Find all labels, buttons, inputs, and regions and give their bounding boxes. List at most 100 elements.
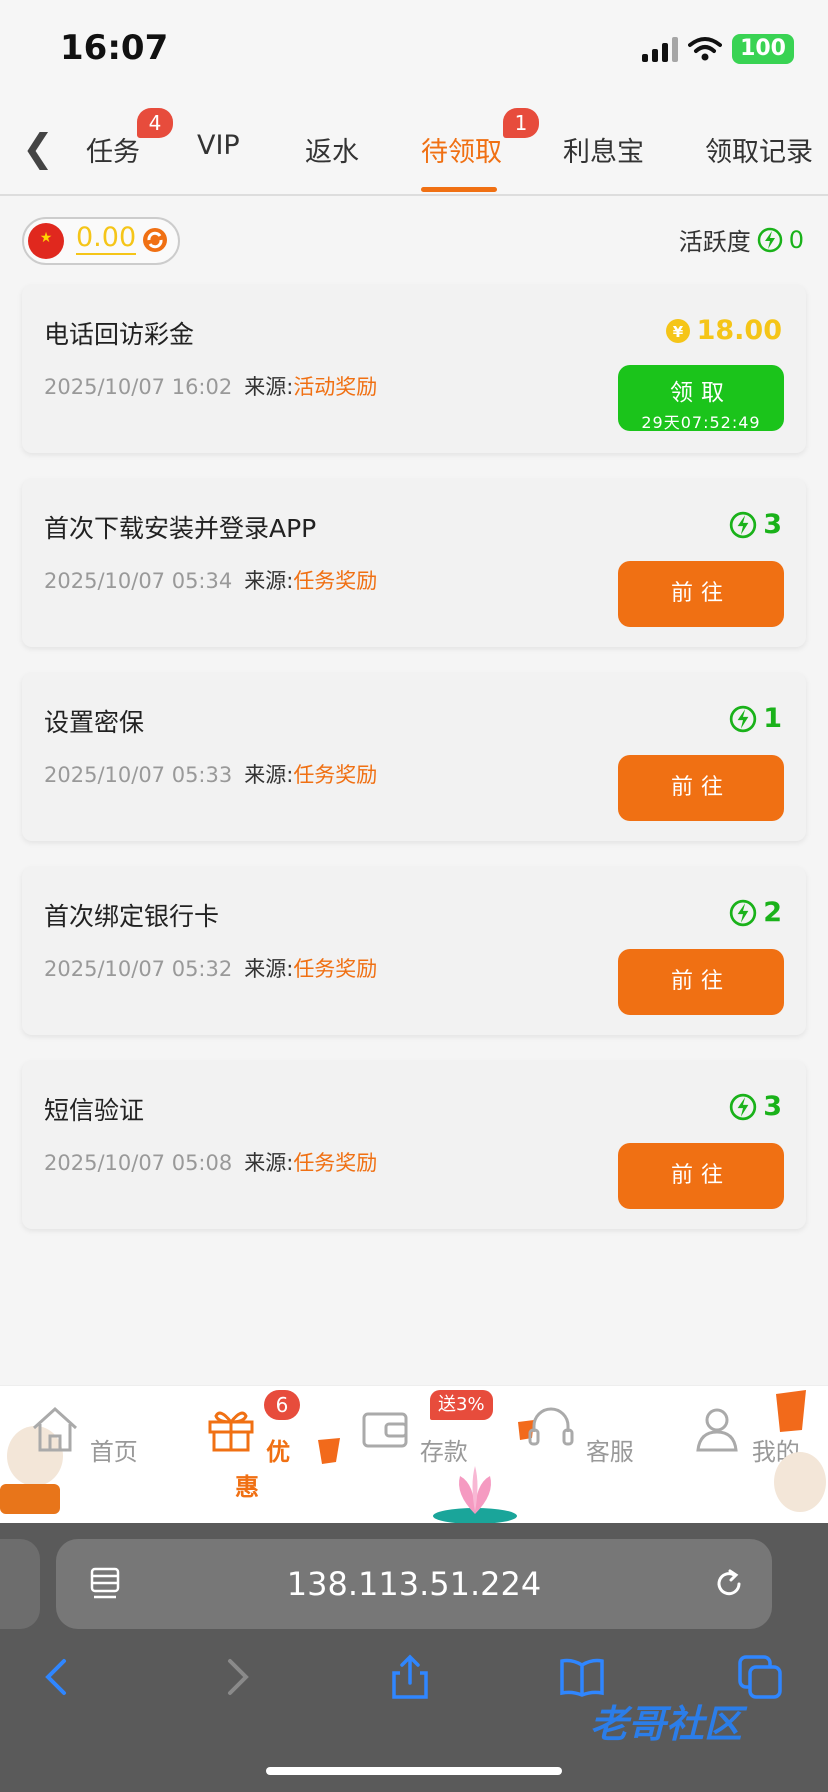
tab-label: 返水 — [305, 137, 359, 168]
wallet-balance[interactable]: ★ 0.00 — [22, 217, 180, 265]
back-icon[interactable] — [34, 1653, 82, 1701]
go-button[interactable]: 前往 — [618, 949, 784, 1015]
rabbit-lantern-decoration-icon — [774, 1390, 826, 1512]
source-value: 任务奖励 — [293, 1151, 378, 1175]
refresh-icon[interactable] — [142, 227, 168, 253]
deposit-bonus-badge: 送3% — [430, 1390, 493, 1420]
card-time: 2025/10/07 05:08 — [44, 1151, 233, 1175]
tab-tasks-badge: 4 — [137, 108, 173, 138]
nav-home[interactable]: 首页 — [28, 1402, 138, 1467]
lightning-icon — [730, 1093, 757, 1120]
claim-label: 领取 — [670, 380, 732, 406]
reward-value: 2 — [763, 897, 782, 928]
reward-value: 3 — [763, 1091, 782, 1122]
tab-pending[interactable]: 待领取 — [421, 130, 502, 169]
claim-countdown: 29天07:52:49 — [641, 413, 761, 432]
go-button[interactable]: 前往 — [618, 1143, 784, 1209]
tab-label: 待领取 — [421, 137, 502, 168]
tab-interest[interactable]: 利息宝 — [563, 130, 644, 169]
reward-amount: ¥ 18.00 — [665, 315, 782, 346]
card-meta: 2025/10/07 05:32 来源:任务奖励 — [44, 953, 377, 983]
share-icon[interactable] — [386, 1653, 434, 1701]
task-card: 设置密保 2025/10/07 05:33 来源:任务奖励 1 前往 — [22, 673, 806, 841]
card-meta: 2025/10/07 05:08 来源:任务奖励 — [44, 1147, 377, 1177]
lotus-decoration-icon — [433, 1466, 517, 1524]
source-value: 活动奖励 — [293, 375, 378, 399]
china-flag-icon: ★ — [28, 223, 64, 259]
reward-amount: 2 — [729, 897, 782, 928]
card-title: 短信验证 — [44, 1096, 145, 1125]
card-title: 首次绑定银行卡 — [44, 902, 220, 931]
nav-customer-service[interactable]: 客服 — [524, 1402, 634, 1467]
balance-amount: 0.00 — [76, 222, 137, 255]
card-time: 2025/10/07 05:34 — [44, 569, 233, 593]
wallet-icon — [362, 1412, 408, 1448]
reward-amount: 3 — [729, 509, 782, 540]
status-time: 16:07 — [60, 28, 169, 68]
activity-score: 活跃度 0 — [679, 222, 804, 257]
url-text: 138.113.51.224 — [286, 1565, 542, 1603]
reward-amount: 1 — [729, 703, 782, 734]
claim-button[interactable]: 领取 29天07:52:49 — [618, 365, 784, 432]
card-time: 2025/10/07 05:32 — [44, 957, 233, 981]
go-button[interactable]: 前往 — [618, 561, 784, 627]
source-label: 来源: — [244, 1151, 294, 1175]
reload-icon[interactable] — [712, 1567, 746, 1601]
lightning-icon — [730, 705, 757, 732]
card-title: 设置密保 — [44, 708, 145, 737]
source-label: 来源: — [244, 957, 294, 981]
card-meta: 2025/10/07 16:02 来源:活动奖励 — [44, 371, 377, 401]
source-value: 任务奖励 — [293, 569, 378, 593]
lightning-icon — [757, 227, 782, 252]
nav-promotions-badge: 6 — [264, 1390, 300, 1420]
tab-vip[interactable]: VIP — [197, 130, 240, 161]
home-indicator — [266, 1767, 562, 1775]
reward-value: 18.00 — [696, 315, 782, 346]
nav-label: 首页 — [89, 1438, 138, 1466]
wifi-icon — [688, 37, 723, 61]
task-card: 首次下载安装并登录APP 2025/10/07 05:34 来源:任务奖励 3 前… — [22, 479, 806, 647]
tab-label: VIP — [197, 130, 240, 161]
reward-value: 1 — [763, 703, 782, 734]
card-time: 2025/10/07 05:33 — [44, 763, 233, 787]
task-card: 短信验证 2025/10/07 05:08 来源:任务奖励 3 前往 — [22, 1061, 806, 1229]
source-value: 任务奖励 — [293, 763, 378, 787]
reward-amount: 3 — [729, 1091, 782, 1122]
reward-card: 电话回访彩金 2025/10/07 16:02 来源:活动奖励 ¥ 18.00 领… — [22, 285, 806, 453]
headset-icon — [528, 1407, 574, 1446]
source-label: 来源: — [244, 763, 294, 787]
home-icon — [33, 1406, 78, 1452]
tab-rebate[interactable]: 返水 — [305, 130, 359, 169]
lightning-icon — [730, 511, 757, 538]
back-chevron-icon[interactable]: ❮ — [22, 126, 54, 170]
nav-label: 客服 — [585, 1438, 634, 1466]
tab-claim-history[interactable]: 领取记录 — [705, 130, 813, 169]
user-icon — [696, 1408, 738, 1452]
previous-tab-pill[interactable] — [0, 1539, 40, 1629]
reward-value: 3 — [763, 509, 782, 540]
browser-toolbar: 138.113.51.224 老哥社区 — [0, 1523, 828, 1792]
activity-label: 活跃度 — [678, 228, 751, 256]
go-button[interactable]: 前往 — [618, 755, 784, 821]
bottom-nav: 首页 优惠 6 存款 送3% 客服 我的 — [0, 1385, 828, 1524]
coin-icon: ¥ — [665, 318, 690, 343]
tab-pending-badge: 1 — [503, 108, 539, 138]
task-card: 首次绑定银行卡 2025/10/07 05:32 来源:任务奖励 2 前往 — [22, 867, 806, 1035]
card-title: 电话回访彩金 — [44, 320, 195, 349]
tab-bar: ❮ 任务 4 VIP 返水 待领取 1 利息宝 领取记录 — [0, 100, 828, 196]
forward-icon[interactable] — [212, 1653, 260, 1701]
card-meta: 2025/10/07 05:34 来源:任务奖励 — [44, 565, 377, 595]
card-title: 首次下载安装并登录APP — [44, 514, 317, 543]
address-bar[interactable]: 138.113.51.224 — [56, 1539, 772, 1629]
gift-icon — [208, 1411, 254, 1452]
tabs-icon[interactable] — [736, 1653, 784, 1701]
watermark-logo: 老哥社区 — [590, 1702, 743, 1746]
card-meta: 2025/10/07 05:33 来源:任务奖励 — [44, 759, 377, 789]
source-label: 来源: — [244, 375, 294, 399]
svg-text:¥: ¥ — [672, 323, 683, 341]
tab-tasks[interactable]: 任务 — [86, 130, 140, 169]
status-bar: 16:07 100 — [0, 0, 828, 100]
activity-value: 0 — [788, 225, 804, 254]
source-label: 来源: — [244, 569, 294, 593]
battery-indicator: 100 — [732, 34, 794, 64]
